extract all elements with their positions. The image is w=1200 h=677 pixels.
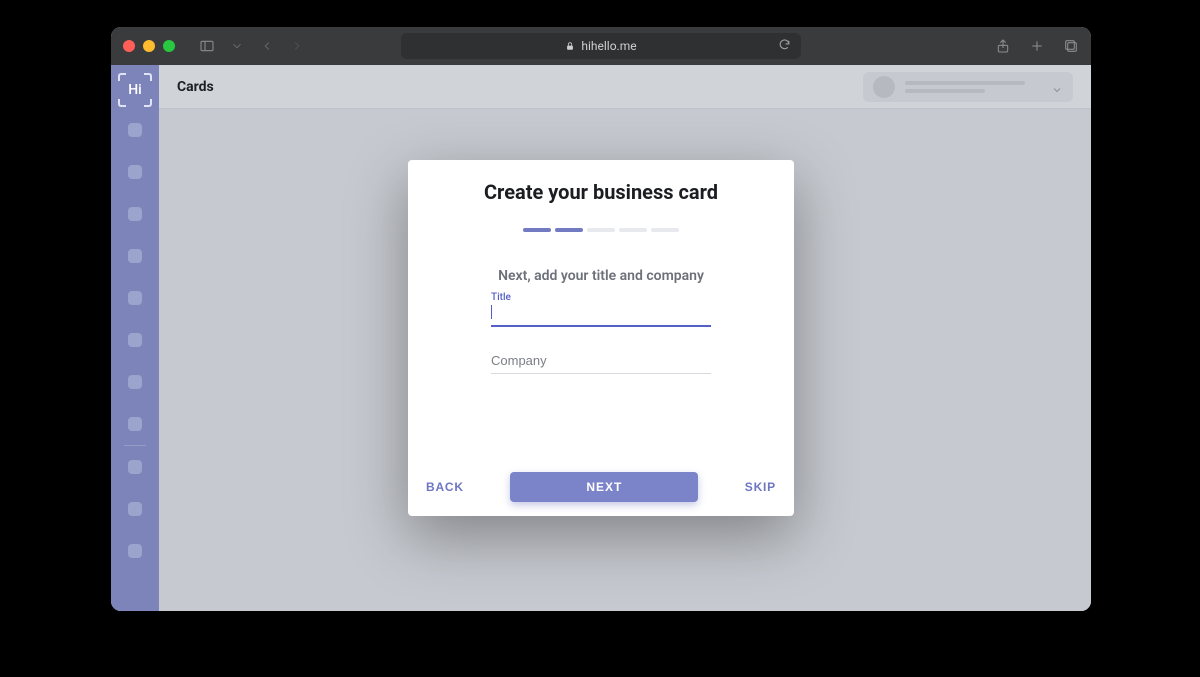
progress-step [555, 228, 583, 232]
back-button[interactable]: BACK [422, 472, 468, 502]
user-name-placeholder [905, 81, 1025, 93]
skip-button[interactable]: SKIP [741, 472, 780, 502]
onboarding-modal: Create your business card Next, add your… [408, 160, 794, 516]
page-title: Cards [177, 79, 214, 95]
sidebar-divider [124, 445, 146, 446]
chevron-down-icon [1051, 81, 1063, 93]
window-zoom-button[interactable] [163, 40, 175, 52]
new-tab-icon[interactable] [1029, 38, 1045, 54]
reload-icon[interactable] [778, 38, 791, 54]
app-sidebar: Hi [111, 65, 159, 611]
sidebar-item[interactable] [128, 502, 142, 516]
sidebar-item[interactable] [128, 417, 142, 431]
sidebar-item[interactable] [128, 375, 142, 389]
app-logo[interactable]: Hi [120, 75, 150, 105]
titlebar-menu-chevron-icon[interactable] [229, 38, 245, 54]
sidebar-item[interactable] [128, 207, 142, 221]
next-button[interactable]: NEXT [510, 472, 698, 502]
modal-title: Create your business card [420, 180, 782, 204]
window-close-button[interactable] [123, 40, 135, 52]
tab-overview-icon[interactable] [1063, 38, 1079, 54]
progress-step [619, 228, 647, 232]
address-bar[interactable]: hihello.me [401, 33, 801, 59]
lock-icon [565, 40, 575, 52]
browser-window: hihello.me Hi [111, 27, 1091, 611]
title-field-label: Title [491, 292, 511, 303]
modal-subtitle: Next, add your title and company [420, 268, 782, 284]
address-bar-host: hihello.me [581, 39, 636, 53]
window-minimize-button[interactable] [143, 40, 155, 52]
company-field[interactable] [491, 349, 711, 374]
progress-indicator [420, 228, 782, 232]
progress-step [523, 228, 551, 232]
company-input[interactable] [491, 349, 711, 374]
nav-back-button[interactable] [259, 38, 275, 54]
sidebar-item[interactable] [128, 123, 142, 137]
app-viewport: Hi Cards [111, 65, 1091, 611]
browser-titlebar: hihello.me [111, 27, 1091, 65]
sidebar-toggle-icon[interactable] [199, 38, 215, 54]
share-icon[interactable] [995, 38, 1011, 54]
avatar [873, 76, 895, 98]
title-input[interactable] [491, 302, 711, 327]
sidebar-item[interactable] [128, 333, 142, 347]
sidebar-item[interactable] [128, 291, 142, 305]
progress-step [651, 228, 679, 232]
sidebar-item[interactable] [128, 165, 142, 179]
window-controls [123, 40, 175, 52]
app-topbar: Cards [159, 65, 1091, 109]
progress-step [587, 228, 615, 232]
sidebar-item[interactable] [128, 460, 142, 474]
user-menu[interactable] [863, 72, 1073, 102]
sidebar-item[interactable] [128, 544, 142, 558]
nav-forward-button[interactable] [289, 38, 305, 54]
text-cursor [491, 305, 492, 319]
title-field[interactable]: Title [491, 302, 711, 327]
sidebar-item[interactable] [128, 249, 142, 263]
